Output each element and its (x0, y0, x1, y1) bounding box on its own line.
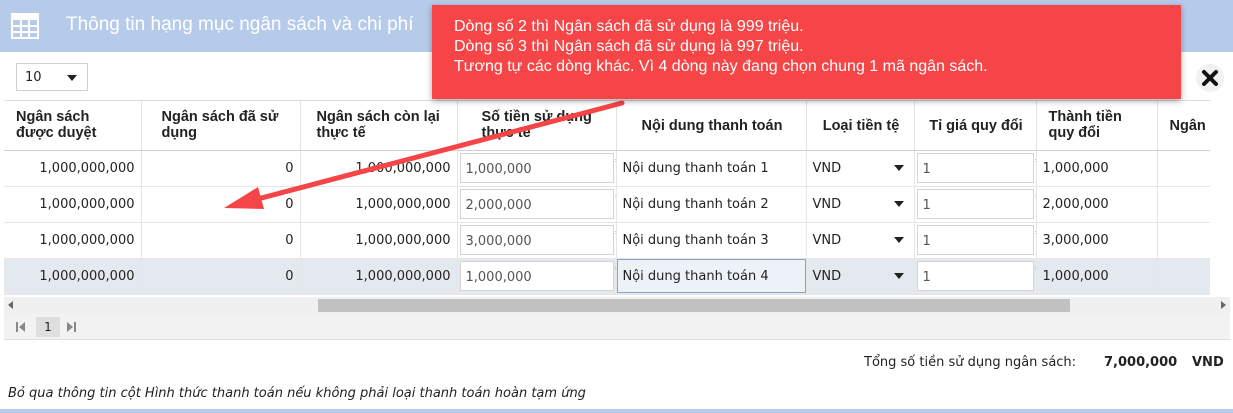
currency-select[interactable]: VND (813, 233, 908, 248)
rate-cell: 1* (914, 186, 1037, 223)
amount-cell: 3,000,000* (457, 222, 617, 259)
rate-cell: 1* (914, 150, 1037, 187)
column-header[interactable]: Ngân sách đã sử dụng (141, 101, 301, 151)
table-header-row: Ngân sách được duyệt Ngân sách đã sử dụn… (4, 101, 1210, 151)
first-page-icon[interactable] (16, 322, 26, 332)
rate-input[interactable]: 1* (916, 189, 1034, 219)
total-value: 7,000,000 (1104, 355, 1178, 370)
approved-cell: 1,000,000,000 (4, 186, 142, 223)
table-row[interactable]: 1,000,000,000 0 1,000,000,000 2,000,000*… (4, 186, 1210, 223)
column-header[interactable]: Số tiền sử dụng thực tế (457, 101, 617, 151)
currency-select[interactable]: VND (813, 161, 908, 176)
rate-input[interactable]: 1* (916, 153, 1034, 183)
bottom-bar (0, 409, 1233, 413)
used-cell: 0 (141, 186, 301, 223)
rate-input[interactable]: 1* (916, 225, 1034, 255)
remaining-cell: 1,000,000,000 (300, 258, 458, 295)
used-cell: 0 (141, 258, 301, 295)
currency-select[interactable]: VND (813, 197, 908, 212)
page-size-value: 10 (25, 70, 42, 85)
converted-cell: 2,000,000 (1036, 186, 1158, 223)
next-column-cell: 9 (1157, 150, 1210, 187)
column-header[interactable]: Loại tiền tệ (806, 101, 915, 151)
chevron-down-icon (893, 236, 904, 243)
next-column-cell: 9 (1157, 186, 1210, 223)
page-number[interactable]: 1 (36, 317, 60, 337)
column-header[interactable]: Tỉ giá quy đổi (914, 101, 1037, 151)
last-page-icon[interactable] (66, 322, 76, 332)
table-icon (11, 13, 39, 39)
scrollbar-thumb[interactable] (318, 299, 1070, 312)
currency-cell: VND (806, 150, 915, 187)
rate-input[interactable]: 1* (916, 261, 1034, 291)
currency-cell: VND (806, 222, 915, 259)
table-row[interactable]: 1,000,000,000 0 1,000,000,000 1,000,000*… (4, 150, 1210, 187)
page: Thông tin hạng mục ngân sách và chi phí … (0, 0, 1233, 413)
remaining-cell: 1,000,000,000 (300, 150, 458, 187)
currency-cell: VND (806, 258, 915, 295)
next-column-cell: 9 (1157, 258, 1210, 295)
chevron-down-icon (893, 164, 904, 171)
rate-cell: 1* (914, 222, 1037, 259)
remaining-cell: 1,000,000,000 (300, 186, 458, 223)
approved-cell: 1,000,000,000 (4, 150, 142, 187)
content-editor[interactable]: Nội dung thanh toán 4 (616, 259, 805, 293)
note-text: Bỏ qua thông tin cột Hình thức thanh toá… (8, 386, 586, 401)
annotation-callout: Dòng số 2 thì Ngân sách đã sử dụng là 99… (432, 5, 1181, 99)
chevron-down-icon (893, 272, 904, 279)
table-row[interactable]: 1,000,000,000 0 1,000,000,000 3,000,000*… (4, 222, 1210, 259)
budget-grid: Ngân sách được duyệt Ngân sách đã sử dụn… (4, 100, 1210, 296)
amount-cell: 2,000,000* (457, 186, 617, 223)
content-cell[interactable]: Nội dung thanh toán 3 (616, 222, 807, 259)
column-header[interactable]: Ngân sách được duyệt (4, 101, 142, 151)
page-size-select[interactable]: 10 (16, 63, 88, 91)
total-currency: VND (1192, 355, 1224, 370)
next-column-cell: 9 (1157, 222, 1210, 259)
converted-cell: 1,000,000 (1036, 258, 1158, 295)
amount-input[interactable]: 1,000,000* (459, 153, 614, 183)
remaining-cell: 1,000,000,000 (300, 222, 458, 259)
amount-input[interactable]: 3,000,000* (459, 225, 614, 255)
horizontal-scrollbar[interactable] (4, 297, 1230, 314)
approved-cell: 1,000,000,000 (4, 258, 142, 295)
converted-cell: 1,000,000 (1036, 150, 1158, 187)
amount-cell: 1,000,000* (457, 258, 617, 295)
rate-cell: 1* (914, 258, 1037, 295)
column-header[interactable]: Thành tiền quy đổi (1036, 101, 1158, 151)
approved-cell: 1,000,000,000 (4, 222, 142, 259)
amount-cell: 1,000,000* (457, 150, 617, 187)
column-header[interactable]: Ngân sách còn lại thực tế (300, 101, 458, 151)
scroll-right-icon[interactable] (1221, 301, 1226, 309)
callout-line: Dòng số 3 thì Ngân sách đã sử dụng là 99… (454, 38, 804, 55)
column-header[interactable]: Ngân s (1157, 101, 1210, 151)
used-cell: 0 (141, 222, 301, 259)
panel-title: Thông tin hạng mục ngân sách và chi phí (66, 14, 414, 35)
converted-cell: 3,000,000 (1036, 222, 1158, 259)
scroll-left-icon[interactable] (8, 301, 13, 309)
pager: 1 (4, 314, 1230, 340)
budget-table: Ngân sách được duyệt Ngân sách đã sử dụn… (4, 101, 1210, 295)
chevron-down-icon (67, 75, 77, 81)
total-label: Tổng số tiền sử dụng ngân sách: (864, 355, 1077, 370)
currency-cell: VND (806, 186, 915, 223)
column-header[interactable]: Nội dung thanh toán (616, 101, 807, 151)
amount-input[interactable]: 2,000,000* (459, 189, 614, 219)
content-cell[interactable]: Nội dung thanh toán 1 (616, 150, 807, 187)
chevron-down-icon (893, 200, 904, 207)
content-cell[interactable]: Nội dung thanh toán 2 (616, 186, 807, 223)
currency-select[interactable]: VND (813, 269, 908, 284)
table-row-selected[interactable]: 1,000,000,000 0 1,000,000,000 1,000,000*… (4, 258, 1210, 295)
close-icon[interactable] (1196, 64, 1224, 92)
amount-input[interactable]: 1,000,000* (459, 261, 614, 291)
content-cell-active[interactable]: Nội dung thanh toán 4 (616, 258, 807, 295)
callout-line: Dòng số 2 thì Ngân sách đã sử dụng là 99… (454, 18, 804, 35)
callout-line: Tương tự các dòng khác. Vì 4 dòng này đa… (454, 58, 988, 75)
used-cell: 0 (141, 150, 301, 187)
